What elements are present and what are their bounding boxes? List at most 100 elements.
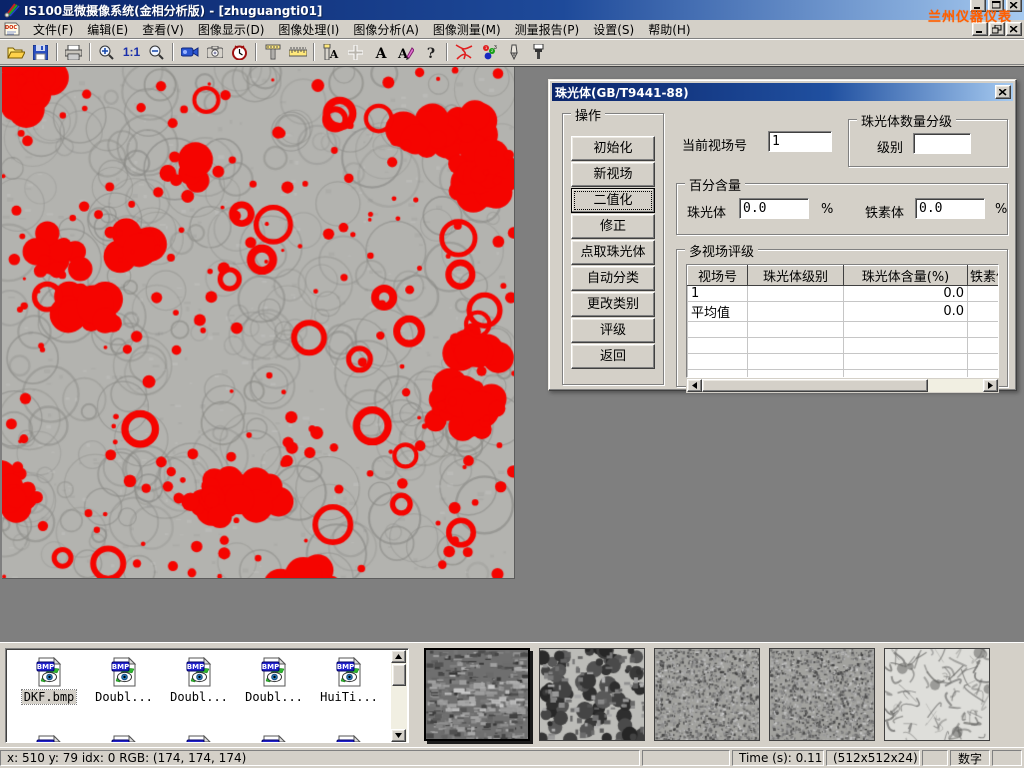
classify-points-icon[interactable]: 123 (476, 41, 501, 63)
help-icon[interactable]: ? (418, 41, 443, 63)
thumbnail-1[interactable] (424, 648, 530, 741)
scrollbar-thumb[interactable] (392, 664, 406, 686)
rate-button[interactable]: 评级 (571, 318, 655, 343)
menu-image-processing[interactable]: 图像处理(I) (271, 19, 346, 40)
auto-classify-button[interactable]: 自动分类 (571, 266, 655, 291)
mdi-minimize-button[interactable] (972, 22, 988, 36)
maximize-button[interactable] (988, 0, 1004, 12)
video-camera-icon[interactable] (177, 41, 202, 63)
pick-pearlite-button[interactable]: 点取珠光体 (571, 240, 655, 265)
thumbnail-4[interactable] (769, 648, 875, 741)
level-label: 级别 (877, 137, 903, 156)
file-item[interactable] (238, 733, 310, 743)
print-icon[interactable] (61, 41, 86, 63)
cell (748, 286, 844, 302)
file-list-scrollbar[interactable] (391, 650, 407, 742)
save-icon[interactable] (28, 41, 53, 63)
file-item[interactable]: DKF.bmp (13, 655, 85, 704)
capture-camera-icon[interactable] (202, 41, 227, 63)
file-name[interactable]: Doubl... (168, 690, 230, 704)
menu-file[interactable]: 文件(F) (26, 19, 80, 40)
pearlite-label: 珠光体 (687, 202, 726, 221)
col-pearlite-level: 珠光体级别 (748, 266, 844, 286)
rating-grid[interactable]: 视场号 珠光体级别 珠光体含量(%) 铁素体含量(%) 1 0.0 (686, 264, 999, 378)
brush-icon[interactable] (526, 41, 551, 63)
grid-horizontal-scrollbar[interactable] (686, 378, 999, 393)
mode-indicator: 数字 (950, 750, 990, 766)
menu-edit[interactable]: 编辑(E) (80, 19, 135, 40)
file-name[interactable]: DKF.bmp (22, 690, 77, 704)
thumbnail-5[interactable] (884, 648, 990, 741)
file-browser[interactable]: DKF.bmp Doubl... Doubl... Doubl... HuiTi… (5, 648, 409, 743)
annotate-icon[interactable]: A (393, 41, 418, 63)
binarize-button[interactable]: 二值化 (571, 188, 655, 213)
scroll-up-icon[interactable] (391, 650, 406, 663)
file-name[interactable]: HuiTi... (318, 690, 380, 704)
menu-measure-report[interactable]: 测量报告(P) (508, 19, 587, 40)
dialog-close-icon[interactable] (995, 85, 1011, 99)
table-row[interactable]: 1 0.0 (688, 286, 1000, 302)
table-row (688, 338, 1000, 354)
level-input[interactable] (913, 133, 971, 154)
minimize-button[interactable] (970, 0, 986, 12)
ruler-icon[interactable] (285, 41, 310, 63)
bmp-file-icon (334, 655, 364, 689)
scroll-right-icon[interactable] (983, 379, 998, 392)
cell (748, 302, 844, 322)
file-item[interactable] (163, 733, 235, 743)
thumbnail-strip (424, 648, 990, 741)
file-item[interactable] (313, 733, 385, 743)
timer-clock-icon[interactable] (227, 41, 252, 63)
dialog-title-bar[interactable]: 珠光体(GB/T9441-88) (552, 83, 1013, 101)
menu-image-measure[interactable]: 图像测量(M) (426, 19, 508, 40)
mdi-restore-button[interactable] (989, 22, 1005, 36)
file-name[interactable]: Doubl... (243, 690, 305, 704)
thumbnail-3[interactable] (654, 648, 760, 741)
return-button[interactable]: 返回 (571, 344, 655, 369)
measure-text-icon[interactable]: A (318, 41, 343, 63)
micrograph-image[interactable] (2, 67, 515, 579)
bmp-file-icon (34, 733, 64, 743)
scroll-left-icon[interactable] (687, 379, 702, 392)
file-item[interactable]: Doubl... (88, 655, 160, 704)
menu-image-display[interactable]: 图像显示(D) (191, 19, 272, 40)
correct-button[interactable]: 修正 (571, 214, 655, 239)
pen-icon[interactable] (501, 41, 526, 63)
move-cross-icon[interactable] (343, 41, 368, 63)
thumbnail-2[interactable] (539, 648, 645, 741)
file-item[interactable] (13, 733, 85, 743)
scrollbar-thumb[interactable] (702, 379, 928, 392)
initialize-button[interactable]: 初始化 (571, 136, 655, 161)
multi-field-group: 多视场评级 视场号 珠光体级别 珠光体含量(%) 铁素体含量(%) 1 (676, 249, 1008, 387)
actual-size-icon[interactable]: 1:1 (119, 41, 144, 63)
spline-curve-icon[interactable] (451, 41, 476, 63)
dialog-title: 珠光体(GB/T9441-88) (555, 84, 689, 101)
pearlite-value-input[interactable] (739, 198, 809, 219)
menu-view[interactable]: 查看(V) (135, 19, 191, 40)
text-icon[interactable]: A (368, 41, 393, 63)
mdi-close-button[interactable] (1006, 22, 1022, 36)
document-system-menu-icon[interactable]: DOC (4, 21, 21, 37)
new-field-button[interactable]: 新视场 (571, 162, 655, 187)
file-item[interactable]: Doubl... (238, 655, 310, 704)
app-logo-icon (4, 2, 20, 18)
scroll-down-icon[interactable] (391, 729, 406, 742)
svg-text:A: A (374, 46, 387, 60)
open-folder-icon[interactable] (3, 41, 28, 63)
file-name[interactable]: Doubl... (93, 690, 155, 704)
file-item[interactable] (88, 733, 160, 743)
menu-settings[interactable]: 设置(S) (586, 19, 641, 40)
menu-help[interactable]: 帮助(H) (641, 19, 697, 40)
height-gauge-icon[interactable] (260, 41, 285, 63)
current-field-input[interactable] (768, 131, 832, 152)
file-item[interactable]: Doubl... (163, 655, 235, 704)
change-class-button[interactable]: 更改类别 (571, 292, 655, 317)
ferrite-value-input[interactable] (915, 198, 985, 219)
table-row[interactable]: 平均值 0.0 (688, 302, 1000, 322)
zoom-in-icon[interactable] (94, 41, 119, 63)
file-item[interactable]: HuiTi... (313, 655, 385, 704)
zoom-out-icon[interactable] (144, 41, 169, 63)
toolbar-separator (255, 43, 257, 61)
close-button[interactable] (1006, 0, 1022, 12)
menu-image-analysis[interactable]: 图像分析(A) (346, 19, 426, 40)
